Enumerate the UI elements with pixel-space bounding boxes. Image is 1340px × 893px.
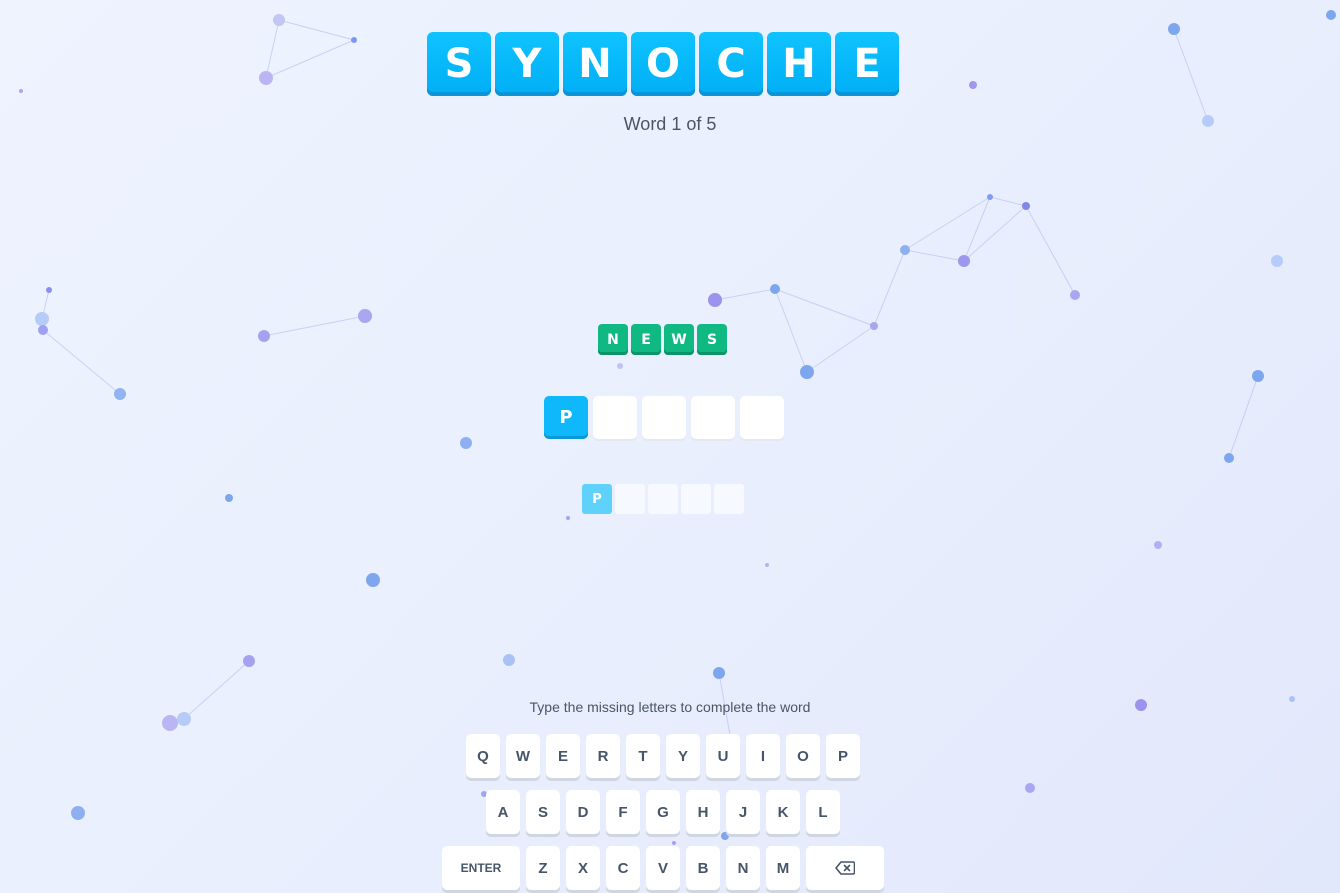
key-k[interactable]: K <box>766 790 800 834</box>
title-letter-tile-5: C <box>699 32 763 96</box>
key-n[interactable]: N <box>726 846 760 890</box>
clue-letter-tile-4: S <box>697 324 727 355</box>
key-r[interactable]: R <box>586 734 620 778</box>
enter-key[interactable]: ENTER <box>442 846 520 890</box>
preview-slot-4 <box>681 484 711 514</box>
key-o[interactable]: O <box>786 734 820 778</box>
title-letter-tile-7: E <box>835 32 899 96</box>
key-u[interactable]: U <box>706 734 740 778</box>
clue-letter-tile-1: N <box>598 324 628 355</box>
key-y[interactable]: Y <box>666 734 700 778</box>
answer-preview: P <box>582 484 744 514</box>
word-progress: Word 1 of 5 <box>623 114 717 134</box>
title-letter-tile-2: Y <box>495 32 559 96</box>
answer-slot-1: P <box>544 396 588 439</box>
key-b[interactable]: B <box>686 846 720 890</box>
key-w[interactable]: W <box>506 734 540 778</box>
keyboard-row-2: ASDFGHJKL <box>486 790 840 834</box>
backspace-icon <box>835 861 855 875</box>
answer-slots[interactable]: P <box>544 396 784 439</box>
key-g[interactable]: G <box>646 790 680 834</box>
key-q[interactable]: Q <box>466 734 500 778</box>
key-f[interactable]: F <box>606 790 640 834</box>
key-a[interactable]: A <box>486 790 520 834</box>
title-letter-tile-1: S <box>427 32 491 96</box>
preview-slot-3 <box>648 484 678 514</box>
title-letter-tile-6: H <box>767 32 831 96</box>
clue-letter-tile-3: W <box>664 324 694 355</box>
answer-slot-3 <box>642 396 686 439</box>
answer-slot-2 <box>593 396 637 439</box>
key-s[interactable]: S <box>526 790 560 834</box>
key-l[interactable]: L <box>806 790 840 834</box>
key-x[interactable]: X <box>566 846 600 890</box>
key-e[interactable]: E <box>546 734 580 778</box>
key-c[interactable]: C <box>606 846 640 890</box>
key-h[interactable]: H <box>686 790 720 834</box>
key-i[interactable]: I <box>746 734 780 778</box>
key-j[interactable]: J <box>726 790 760 834</box>
clue-letter-tile-2: E <box>631 324 661 355</box>
answer-slot-5 <box>740 396 784 439</box>
keyboard-row-3: ENTER Z X C V B N M <box>442 846 884 890</box>
title-letter-tile-3: N <box>563 32 627 96</box>
key-p[interactable]: P <box>826 734 860 778</box>
key-d[interactable]: D <box>566 790 600 834</box>
key-t[interactable]: T <box>626 734 660 778</box>
instruction-text: Type the missing letters to complete the… <box>529 699 811 715</box>
key-v[interactable]: V <box>646 846 680 890</box>
clue-word: NEWS <box>598 324 727 355</box>
answer-slot-4 <box>691 396 735 439</box>
key-m[interactable]: M <box>766 846 800 890</box>
backspace-key[interactable] <box>806 846 884 890</box>
preview-slot-5 <box>714 484 744 514</box>
preview-slot-1: P <box>582 484 612 514</box>
key-z[interactable]: Z <box>526 846 560 890</box>
keyboard-row-1: QWERTYUIOP <box>466 734 860 778</box>
game-title: SYNOCHE <box>427 32 899 96</box>
title-letter-tile-4: O <box>631 32 695 96</box>
preview-slot-2 <box>615 484 645 514</box>
